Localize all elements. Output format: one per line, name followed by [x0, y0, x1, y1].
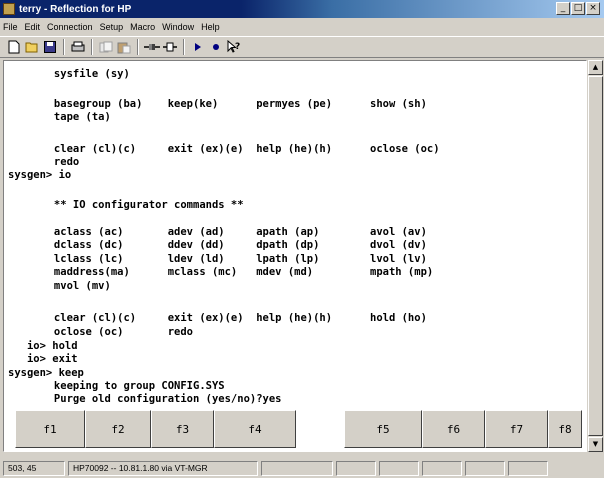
menu-setup[interactable]: Setup [97, 22, 128, 32]
title-bar[interactable]: terry - Reflection for HP _ □ × [0, 0, 604, 18]
app-icon[interactable] [3, 3, 15, 15]
application-window: terry - Reflection for HP _ □ × File Edi… [0, 0, 604, 478]
function-key-f3[interactable]: f3 [151, 410, 214, 448]
toolbar-separator [137, 39, 139, 55]
status-cell [508, 460, 548, 476]
window-title: terry - Reflection for HP [19, 3, 132, 15]
terminal-line: aclass (ac) adev (ad) apath (ap) avol (a… [16, 226, 427, 238]
print-icon[interactable] [69, 38, 87, 56]
connection-status: HP70092 -- 10.81.1.80 via VT-MGR [68, 460, 258, 476]
status-cell [261, 460, 333, 476]
terminal-screen[interactable]: sysfile (sy) basegroup (ba) keep(ke) per… [4, 62, 586, 410]
terminal-line: sysgen> io [8, 169, 72, 181]
terminal-line: keeping to group CONFIG.SYS [16, 380, 225, 392]
window-controls: _ □ × [555, 2, 600, 15]
terminal-line: clear (cl)(c) exit (ex)(e) help (he)(h) … [16, 143, 440, 155]
status-bar: 503, 45 HP70092 -- 10.81.1.80 via VT-MGR [0, 458, 604, 478]
function-key-f6[interactable]: f6 [422, 410, 485, 448]
terminal-line: io> hold [8, 340, 78, 352]
menu-window[interactable]: Window [159, 22, 198, 32]
toolbar-separator [183, 39, 185, 55]
terminal-line: mvol (mv) [16, 280, 111, 292]
menu-file[interactable]: File [0, 22, 22, 32]
function-key-f5[interactable]: f5 [344, 410, 422, 448]
menu-connection[interactable]: Connection [44, 22, 97, 32]
toolbar: ? [0, 36, 604, 58]
paste-icon[interactable] [115, 38, 133, 56]
scroll-down-button[interactable]: ▼ [588, 437, 603, 452]
function-key-f1[interactable]: f1 [15, 410, 85, 448]
menu-help[interactable]: Help [198, 22, 224, 32]
terminal-line: dclass (dc) ddev (dd) dpath (dp) dvol (d… [16, 239, 427, 251]
menu-edit[interactable]: Edit [22, 22, 45, 32]
menu-bar: File Edit Connection Setup Macro Window … [0, 19, 604, 35]
close-button[interactable]: × [586, 2, 600, 15]
terminal-line: redo [16, 156, 80, 168]
open-folder-icon[interactable] [23, 38, 41, 56]
play-macro-icon[interactable] [189, 38, 207, 56]
new-document-icon[interactable] [5, 38, 23, 56]
maximize-button[interactable]: □ [571, 2, 585, 15]
connect-icon[interactable] [143, 38, 161, 56]
toolbar-separator [91, 39, 93, 55]
status-cell [422, 460, 462, 476]
terminal-line: tape (ta) [16, 111, 111, 123]
function-key-spacer [296, 410, 344, 448]
svg-text:?: ? [235, 42, 240, 52]
function-key-f7[interactable]: f7 [485, 410, 548, 448]
vertical-scrollbar[interactable]: ▲ ▼ [588, 60, 603, 452]
scroll-thumb[interactable] [588, 76, 603, 436]
minimize-button[interactable]: _ [556, 2, 570, 15]
terminal-line: sysgen> keep [8, 367, 84, 379]
status-cell [336, 460, 376, 476]
cursor-position: 503, 45 [3, 460, 65, 476]
cut-icon[interactable] [97, 38, 115, 56]
terminal-line: sysfile (sy) [16, 68, 130, 80]
function-key-f8[interactable]: f8 [548, 410, 582, 448]
menu-macro[interactable]: Macro [127, 22, 159, 32]
status-cell [379, 460, 419, 476]
disconnect-icon[interactable] [161, 38, 179, 56]
function-key-bar: f1 f2 f3 f4 f5 f6 f7 f8 [15, 410, 582, 448]
save-icon[interactable] [41, 38, 59, 56]
terminal-line: oclose (oc) redo [16, 326, 194, 338]
terminal-line: Purge old configuration (yes/no)?yes [16, 393, 282, 405]
terminal-line: clear (cl)(c) exit (ex)(e) help (he)(h) … [16, 312, 427, 324]
terminal-line: ** IO configurator commands ** [16, 199, 244, 211]
terminal-line: lclass (lc) ldev (ld) lpath (lp) lvol (l… [16, 253, 427, 265]
function-key-f4[interactable]: f4 [214, 410, 296, 448]
toolbar-separator [63, 39, 65, 55]
terminal-line: io> exit [8, 353, 78, 365]
status-cell [465, 460, 505, 476]
function-key-f2[interactable]: f2 [85, 410, 151, 448]
terminal-line: basegroup (ba) keep(ke) permyes (pe) sho… [16, 98, 427, 110]
scroll-up-button[interactable]: ▲ [588, 60, 603, 75]
record-macro-icon[interactable] [207, 38, 225, 56]
context-help-icon[interactable]: ? [225, 38, 243, 56]
terminal-line: maddress(ma) mclass (mc) mdev (md) mpath… [16, 266, 434, 278]
